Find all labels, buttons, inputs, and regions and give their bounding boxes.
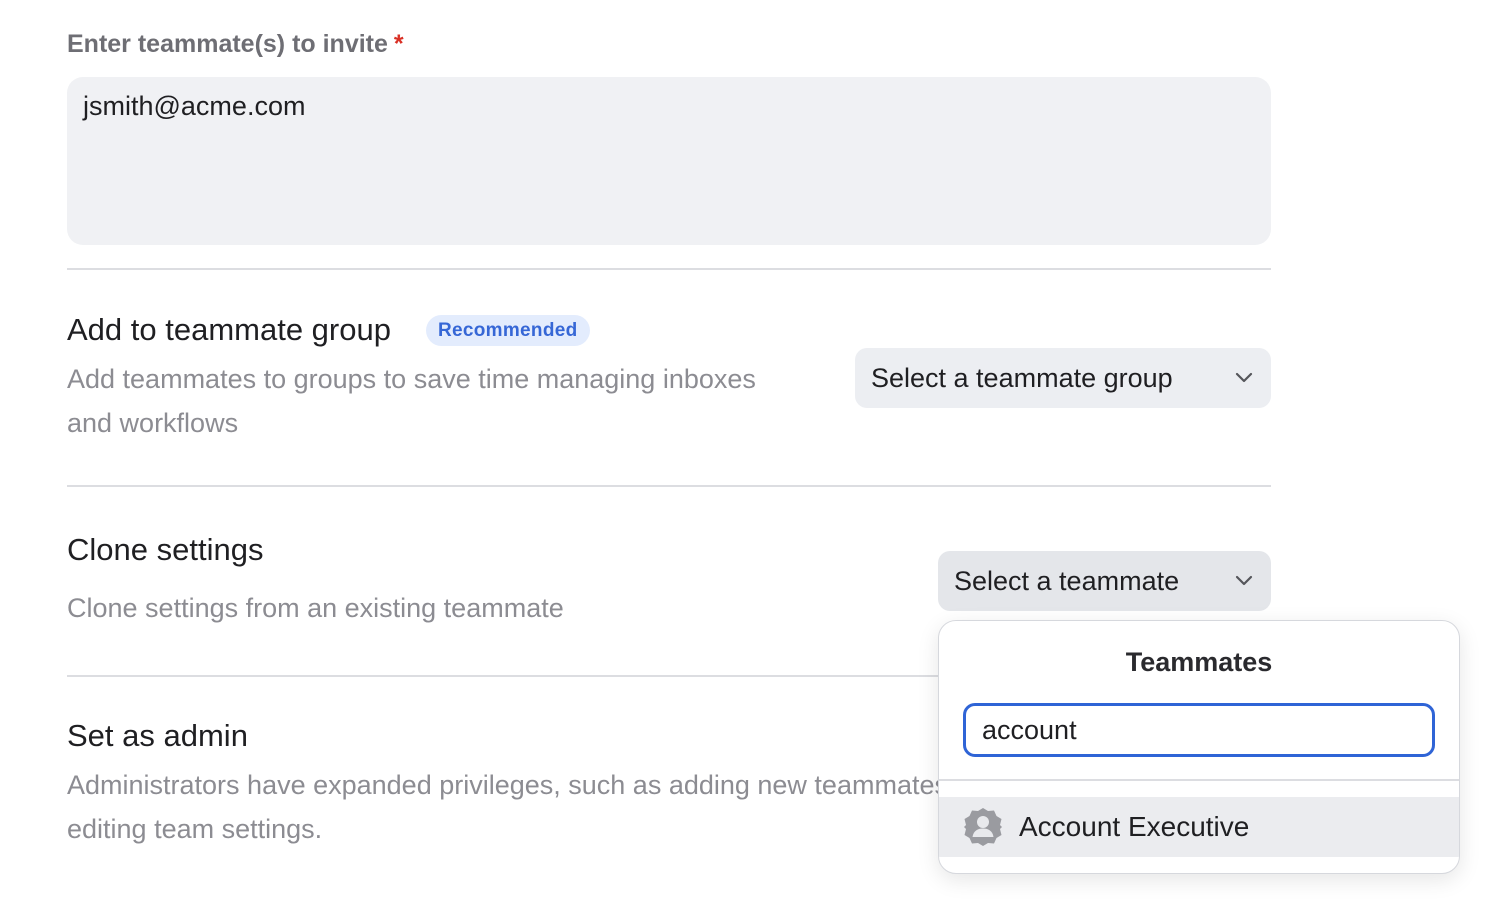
teammate-group-description-line1: Add teammates to groups to save time man… <box>67 364 756 394</box>
chevron-down-icon <box>1235 372 1253 383</box>
teammate-group-description-line2: and workflows <box>67 408 239 438</box>
dropdown-divider <box>939 779 1459 781</box>
teammates-dropdown: Teammates account Account Executive <box>938 620 1460 874</box>
clone-teammate-select-value: Select a teammate <box>954 565 1180 596</box>
teammate-group-description: Add teammates to groups to save time man… <box>67 357 756 445</box>
clone-teammate-select[interactable]: Select a teammate <box>938 551 1271 611</box>
invite-field-label: Enter teammate(s) to invite * <box>67 30 404 59</box>
teammate-search-input[interactable]: account <box>963 703 1435 757</box>
clone-settings-description: Clone settings from an existing teammate <box>67 593 564 623</box>
invite-label-text: Enter teammate(s) to invite <box>67 30 388 58</box>
chevron-down-icon <box>1235 575 1253 586</box>
clone-settings-title: Clone settings <box>67 532 264 567</box>
group-avatar-icon <box>964 808 1002 846</box>
teammate-option-account-executive[interactable]: Account Executive <box>939 797 1459 857</box>
recommended-badge: Recommended <box>426 315 590 346</box>
set-admin-description-line2: editing team settings. <box>67 814 323 844</box>
set-admin-title: Set as admin <box>67 718 248 753</box>
required-indicator: * <box>393 30 404 58</box>
teammates-dropdown-title: Teammates <box>1125 647 1273 677</box>
set-admin-description: Administrators have expanded privileges,… <box>67 763 1001 851</box>
teammate-option-label: Account Executive <box>1019 811 1250 842</box>
invite-emails-textarea[interactable]: jsmith@acme.com <box>67 77 1271 245</box>
section-divider <box>67 268 1271 270</box>
teammate-group-title: Add to teammate group <box>67 312 391 347</box>
section-divider <box>67 485 1271 487</box>
teammate-group-select[interactable]: Select a teammate group <box>855 348 1271 408</box>
teammate-group-select-value: Select a teammate group <box>871 362 1173 393</box>
invite-teammates-form: Enter teammate(s) to invite * jsmith@acme… <box>0 0 1502 916</box>
invite-email-value: jsmith@acme.com <box>83 91 306 121</box>
set-admin-description-line1: Administrators have expanded privileges,… <box>67 770 1001 800</box>
